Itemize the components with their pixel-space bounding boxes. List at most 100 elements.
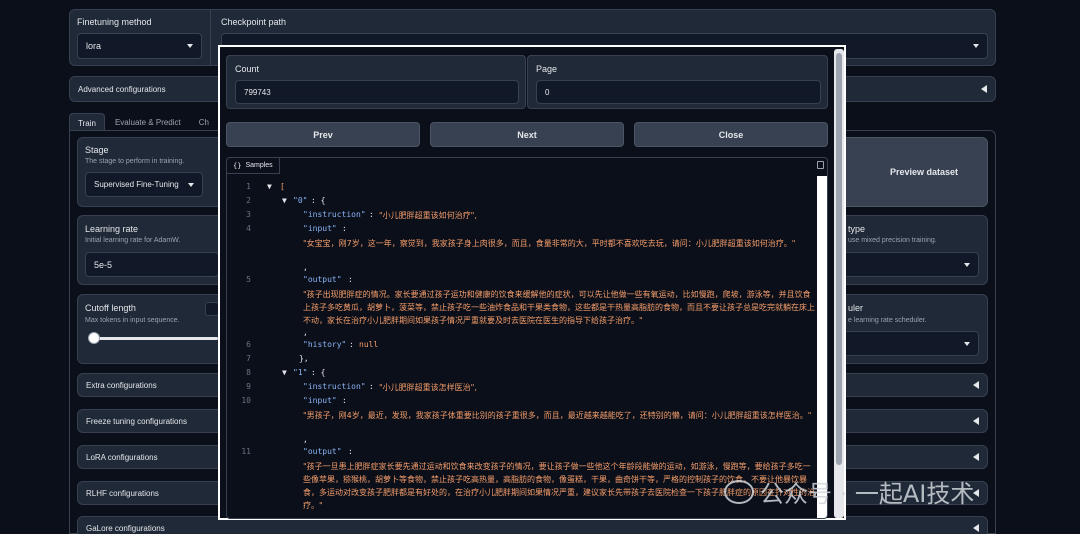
preview-dataset-label: Preview dataset: [889, 167, 959, 177]
chevron-down-icon: [188, 182, 194, 187]
json-key: "output": [303, 275, 342, 284]
learning-rate-input[interactable]: 5e-5: [85, 252, 219, 277]
page-value: 0: [545, 87, 550, 97]
collapse-toggle-icon[interactable]: ▼: [282, 196, 287, 205]
chevron-down-icon: [973, 44, 979, 48]
line-number: 6: [246, 340, 251, 349]
finetuning-method-dropdown[interactable]: lora: [77, 33, 202, 59]
json-value: null: [359, 340, 379, 349]
rlhf-configurations-label: RLHF configurations: [86, 488, 159, 498]
json-value: "男孩子，刚4岁，最近，发现，我家孩子体重要比别的孩子重很多，而且，最近越来越能…: [303, 411, 812, 420]
line-number: 7: [246, 354, 251, 363]
json-colon: :: [342, 396, 347, 405]
json-value: "孩子出现肥胖症的情况。家长要通过孩子运功和健康的饮食来缓解他的症状，可以先让他…: [303, 290, 815, 325]
cutoff-number-box[interactable]: [205, 302, 219, 316]
count-label: Count: [235, 64, 260, 74]
cutoff-length-label: Cutoff length: [85, 303, 136, 313]
line-number: 4: [246, 224, 251, 233]
extra-configurations-label: Extra configurations: [86, 380, 157, 390]
galore-configurations-label: GaLore configurations: [86, 523, 165, 533]
count-value: 799743: [244, 87, 271, 97]
freeze-tuning-label: Freeze tuning configurations: [86, 416, 187, 426]
compute-type-dropdown[interactable]: [840, 252, 979, 277]
line-number: 9: [246, 382, 251, 391]
json-key: "0": [293, 196, 308, 205]
collapse-arrow-icon: [973, 381, 979, 389]
learning-rate-label: Learning rate: [85, 224, 139, 234]
chevron-down-icon: [964, 341, 970, 346]
finetuning-method-label: Finetuning method: [77, 17, 152, 27]
collapse-arrow-icon: [981, 85, 987, 93]
wechat-icon: [724, 479, 754, 504]
collapse-toggle-icon[interactable]: ▼: [282, 368, 287, 377]
json-colon: :: [348, 275, 353, 284]
preview-dataset-button[interactable]: Preview dataset: [840, 137, 988, 207]
json-value: "小儿肥胖超重该如何治疗",: [379, 211, 477, 220]
watermark-text: 公众号 · 一起AI技术: [760, 480, 975, 508]
stage-dropdown[interactable]: Supervised Fine-Tuning: [85, 172, 203, 197]
line-number: 11: [241, 447, 251, 456]
json-key: "instruction": [303, 382, 366, 391]
modal-scrollbar-thumb[interactable]: [836, 53, 842, 465]
json-value: "女宝宝，刚7岁，这一年，察觉到，我家孩子身上肉很多，而且，食量非常的大，平时都…: [303, 239, 796, 248]
stage-label: Stage: [85, 145, 109, 155]
next-button[interactable]: Next: [430, 122, 624, 147]
page-field: Page 0: [527, 55, 828, 109]
json-brace: },: [299, 354, 309, 363]
page-input[interactable]: 0: [536, 80, 821, 104]
compute-type-label: type: [848, 224, 866, 234]
stage-value: Supervised Fine-Tuning: [94, 180, 179, 189]
prev-button[interactable]: Prev: [226, 122, 420, 147]
cutoff-slider-handle[interactable]: [88, 332, 100, 344]
lora-configurations-label: LoRA configurations: [86, 452, 158, 462]
json-colon: :: [369, 210, 374, 219]
collapse-arrow-icon: [973, 453, 979, 461]
json-comma: ,: [303, 328, 308, 337]
close-button[interactable]: Close: [634, 122, 828, 147]
json-key: "history": [303, 340, 347, 349]
modal-scrollbar[interactable]: [834, 49, 844, 518]
line-number: 1: [246, 182, 251, 191]
json-viewer: 1 2 3 4 5 6 7 8 9 10 11 ▼ [ ▼ "0" : { "i…: [227, 176, 815, 518]
watermark: 公众号 · 一起AI技术: [724, 474, 974, 509]
advanced-configurations-label: Advanced configurations: [78, 84, 166, 94]
json-bracket: [: [280, 182, 285, 191]
line-number: 3: [246, 210, 251, 219]
json-key: "input": [303, 224, 337, 233]
json-colon: :: [348, 447, 353, 456]
json-punct: : {: [311, 196, 326, 205]
collapse-arrow-icon: [973, 524, 979, 532]
samples-tag: {} Samples: [227, 158, 280, 174]
count-input[interactable]: 799743: [235, 80, 519, 104]
compute-type-sublabel: use mixed precision training.: [848, 237, 937, 244]
json-key: "1": [293, 368, 308, 377]
json-comma: ,: [303, 263, 308, 272]
copy-icon[interactable]: [817, 161, 824, 169]
finetuning-method-value: lora: [86, 41, 102, 51]
scheduler-label: uler: [848, 303, 864, 313]
chevron-down-icon: [964, 262, 970, 267]
stage-sublabel: The stage to perform in training.: [85, 158, 185, 165]
json-colon: :: [342, 224, 347, 233]
preview-dataset-modal: Count 799743 Page 0 Prev Next Close {} S…: [218, 45, 846, 520]
scheduler-dropdown[interactable]: [840, 331, 979, 356]
divider: [210, 10, 211, 65]
line-number: 2: [246, 196, 251, 205]
json-punct: : {: [311, 368, 326, 377]
json-key: "input": [303, 396, 337, 405]
json-key: "instruction": [303, 210, 366, 219]
json-colon: :: [369, 382, 374, 391]
checkpoint-path-label: Checkpoint path: [221, 17, 287, 27]
json-colon: :: [349, 340, 354, 349]
line-number: 5: [246, 275, 251, 284]
cutoff-slider-track[interactable]: [90, 337, 218, 340]
json-key: "output": [303, 447, 342, 456]
page-label: Page: [536, 64, 558, 74]
learning-rate-sublabel: Initial learning rate for AdamW.: [85, 237, 181, 244]
code-scrollbar[interactable]: [817, 176, 827, 518]
json-value: "小儿肥胖超重该怎样医治",: [379, 383, 477, 392]
line-number: 10: [241, 396, 251, 405]
json-comma: ,: [303, 435, 308, 444]
chevron-down-icon: [187, 44, 193, 48]
collapse-toggle-icon[interactable]: ▼: [267, 182, 272, 191]
